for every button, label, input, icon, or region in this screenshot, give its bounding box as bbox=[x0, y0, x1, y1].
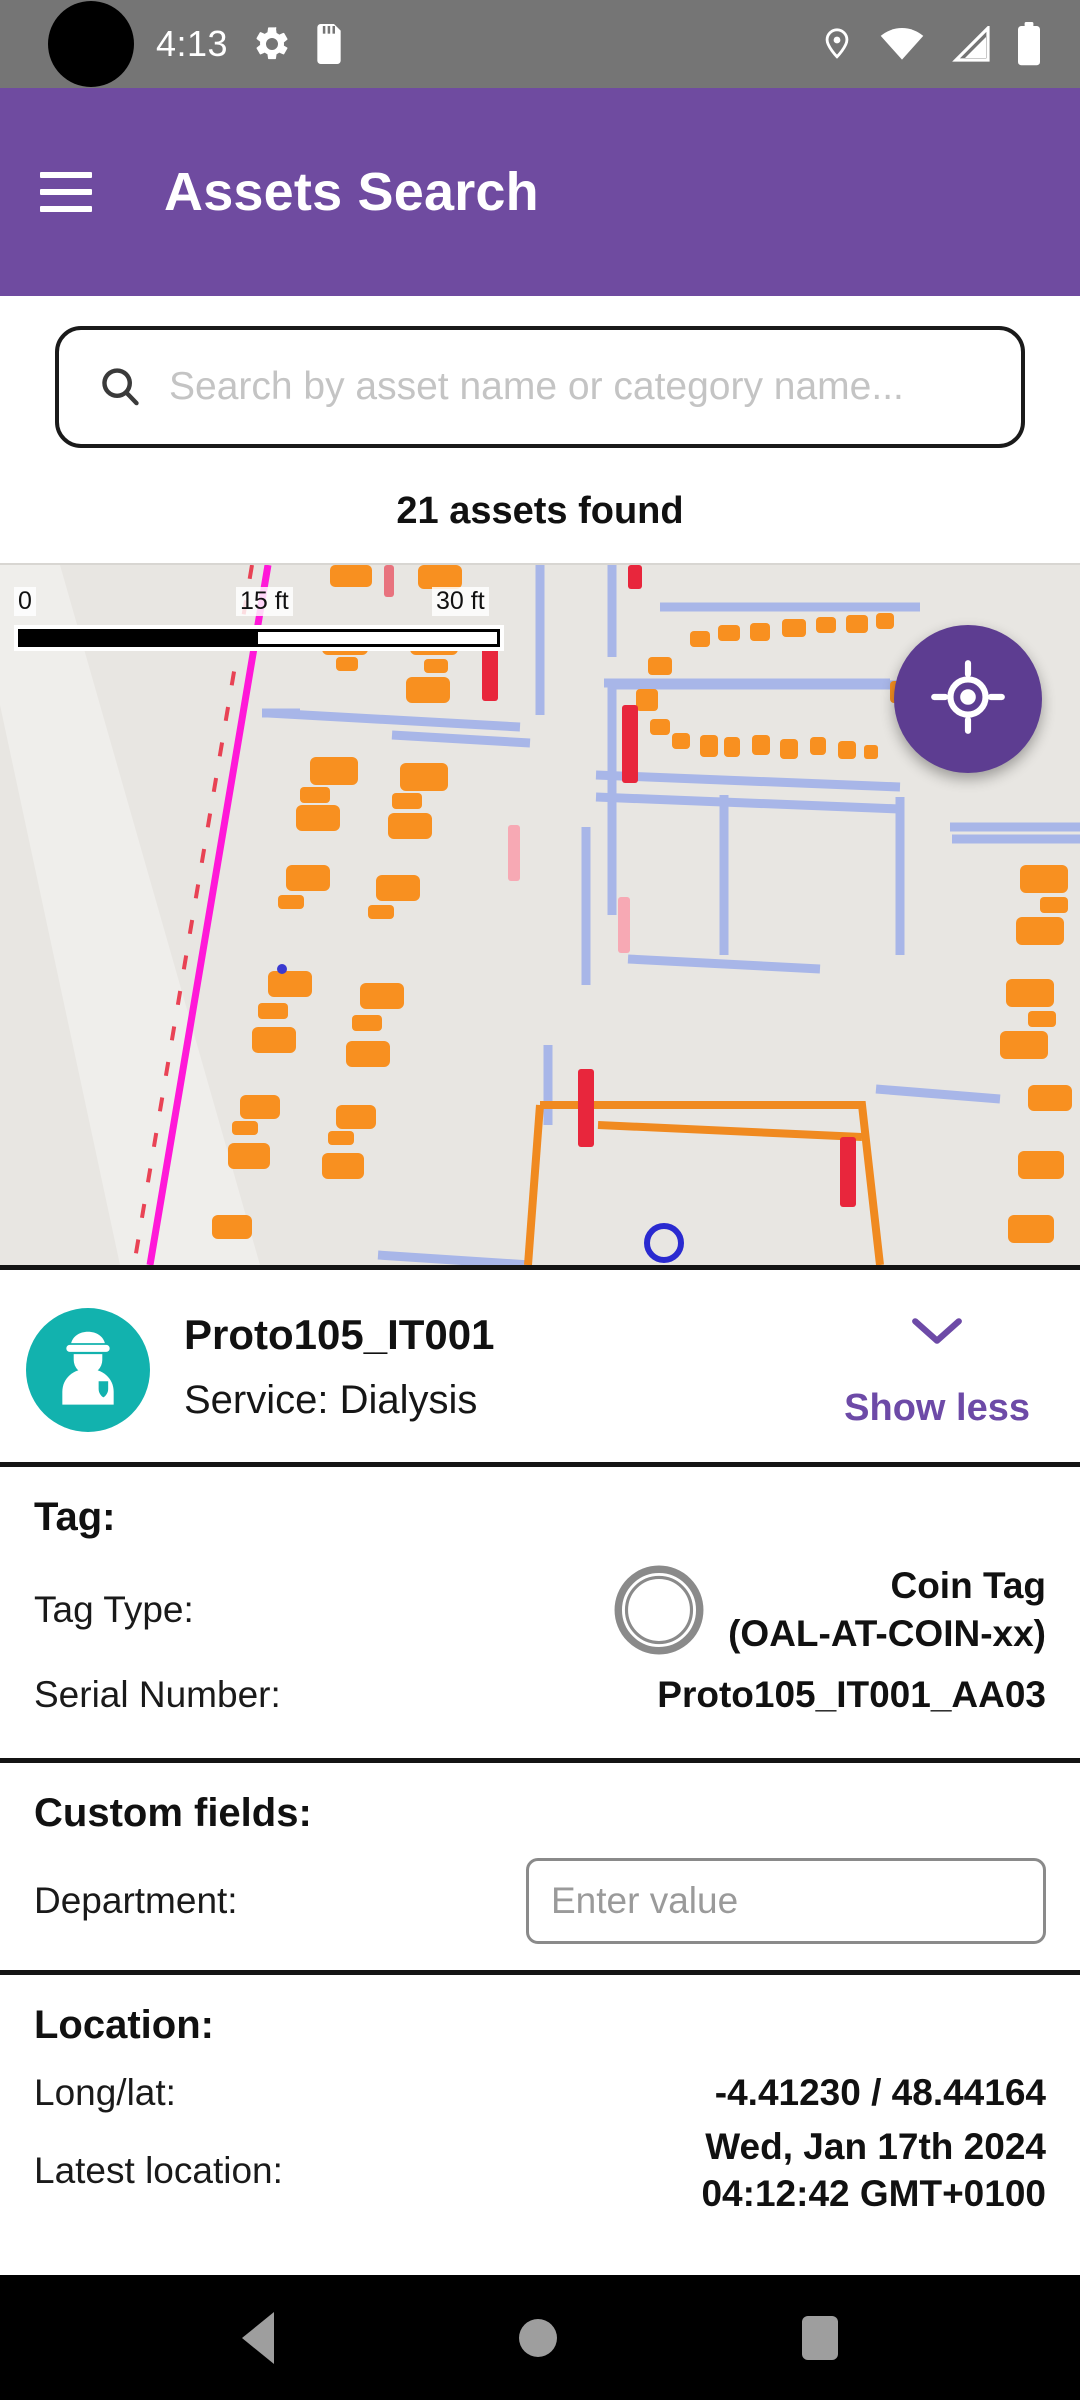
tag-type-value: Coin Tag (OAL-AT-COIN-xx) bbox=[728, 1562, 1046, 1658]
hamburger-menu-icon[interactable] bbox=[40, 172, 92, 212]
asset-detail-panel: Proto105_IT001 Service: Dialysis Show le… bbox=[0, 1265, 1080, 2275]
sd-card-icon bbox=[312, 24, 346, 64]
department-label: Department: bbox=[34, 1880, 238, 1922]
scale-label-end: 30 ft bbox=[432, 587, 489, 616]
tag-type-value-line1: Coin Tag bbox=[890, 1565, 1046, 1606]
gear-icon bbox=[252, 24, 292, 64]
longlat-row: Long/lat: -4.41230 / 48.44164 bbox=[34, 2070, 1046, 2116]
show-less-toggle[interactable]: Show less bbox=[844, 1304, 1054, 1430]
latest-location-date: Wed, Jan 17th 2024 bbox=[705, 2126, 1046, 2168]
assets-found-count: 21 assets found bbox=[396, 490, 684, 532]
scale-segment-dark bbox=[18, 629, 258, 647]
floor-plan-map[interactable]: 0 15 ft 30 ft bbox=[0, 563, 1080, 1265]
my-location-button[interactable] bbox=[894, 625, 1042, 773]
latest-location-label: Latest location: bbox=[34, 2149, 283, 2191]
search-icon bbox=[93, 360, 147, 414]
avatar bbox=[26, 1308, 150, 1432]
asset-header[interactable]: Proto105_IT001 Service: Dialysis Show le… bbox=[0, 1270, 1080, 1462]
serial-number-value: Proto105_IT001_AA03 bbox=[657, 1674, 1046, 1716]
app-bar: Assets Search bbox=[0, 88, 1080, 296]
home-button[interactable] bbox=[518, 2318, 557, 2357]
department-input[interactable] bbox=[526, 1858, 1046, 1945]
latest-location-value: Wed, Jan 17th 2024 04:12:42 GMT+0100 bbox=[701, 2124, 1046, 2217]
phone-screen: 4:13 Assets Search Search by asset name … bbox=[0, 0, 1080, 2400]
serial-number-label: Serial Number: bbox=[34, 1674, 281, 1716]
tag-type-label: Tag Type: bbox=[34, 1589, 194, 1631]
latest-location-time: 04:12:42 GMT+0100 bbox=[701, 2172, 1046, 2214]
longlat-label: Long/lat: bbox=[34, 2072, 176, 2114]
chevron-down-icon bbox=[908, 1314, 966, 1353]
search-box[interactable] bbox=[55, 326, 1025, 448]
tag-section-title: Tag: bbox=[34, 1495, 116, 1539]
battery-icon bbox=[1016, 22, 1042, 66]
recents-button[interactable] bbox=[801, 2315, 838, 2360]
camera-cutout bbox=[48, 1, 134, 87]
asset-service: Service: Dialysis bbox=[184, 1378, 478, 1423]
status-bar-right-icons bbox=[820, 22, 1054, 66]
department-row: Department: bbox=[34, 1858, 1046, 1945]
tag-section: Tag: Tag Type: Coin Tag (OAL-AT-COIN-xx) bbox=[0, 1467, 1080, 1758]
serial-number-row: Serial Number: Proto105_IT001_AA03 bbox=[34, 1658, 1046, 1732]
location-pin-icon bbox=[820, 23, 854, 65]
status-bar: 4:13 bbox=[0, 0, 1080, 88]
wifi-icon bbox=[880, 26, 924, 62]
longlat-value: -4.41230 / 48.44164 bbox=[714, 2072, 1046, 2114]
asset-name: Proto105_IT001 bbox=[184, 1311, 495, 1358]
coin-tag-icon bbox=[612, 1563, 706, 1657]
map-scale-bar: 0 15 ft 30 ft bbox=[14, 587, 504, 651]
back-button[interactable] bbox=[242, 2311, 275, 2364]
status-bar-left-icons bbox=[252, 24, 346, 64]
custom-fields-title: Custom fields: bbox=[34, 1791, 312, 1836]
my-location-icon bbox=[929, 658, 1007, 741]
person-officer-icon bbox=[44, 1324, 132, 1417]
signal-icon bbox=[950, 26, 990, 62]
location-title: Location: bbox=[34, 2003, 214, 2048]
custom-fields-section: Custom fields: Department: bbox=[0, 1763, 1080, 1970]
latest-location-row: Latest location: Wed, Jan 17th 2024 04:1… bbox=[34, 2124, 1046, 2217]
search-zone: 21 assets found bbox=[0, 296, 1080, 563]
search-input[interactable] bbox=[169, 330, 1021, 444]
scale-segment-light bbox=[257, 629, 500, 647]
android-nav-bar bbox=[0, 2275, 1080, 2400]
scale-label-middle: 15 ft bbox=[236, 587, 293, 616]
scale-label-start: 0 bbox=[14, 587, 36, 616]
page-title: Assets Search bbox=[164, 162, 539, 222]
asset-header-texts: Proto105_IT001 Service: Dialysis bbox=[184, 1304, 844, 1424]
status-bar-clock: 4:13 bbox=[156, 23, 229, 64]
show-less-label: Show less bbox=[844, 1387, 1030, 1429]
tag-type-row: Tag Type: Coin Tag (OAL-AT-COIN-xx) bbox=[34, 1562, 1046, 1658]
tag-type-value-line2: (OAL-AT-COIN-xx) bbox=[728, 1613, 1046, 1655]
location-section: Location: Long/lat: -4.41230 / 48.44164 … bbox=[0, 1975, 1080, 2243]
